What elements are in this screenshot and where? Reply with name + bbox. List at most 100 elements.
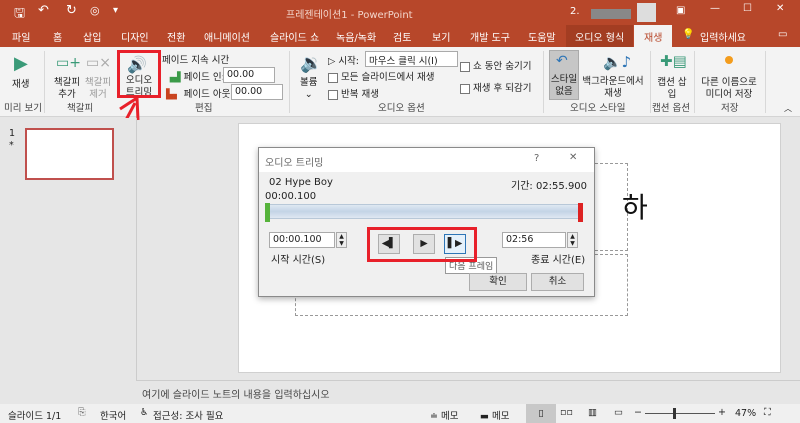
end-trim-handle[interactable] bbox=[578, 203, 583, 222]
highlight-box-frame-controls bbox=[367, 227, 477, 262]
help-button[interactable]: ? bbox=[534, 153, 539, 164]
normal-view-button[interactable]: ▯ bbox=[526, 404, 556, 423]
no-style-button[interactable]: ↶ 스타일 없음 bbox=[549, 50, 579, 100]
audio-trim-dialog: 오디오 트리밍 ? ✕ 02 Hype Boy 기간: 02:55.900 00… bbox=[258, 147, 595, 297]
avatar[interactable] bbox=[637, 3, 656, 22]
play-background-button[interactable]: 백그라운드에서 재생 bbox=[580, 76, 646, 100]
fade-in-label: ▗▟ 페이드 인: bbox=[166, 72, 225, 83]
group-label-audio-options: 오디오 옵션 bbox=[378, 103, 425, 114]
fade-in-input[interactable]: 00.00 bbox=[223, 67, 275, 83]
start-time-label: 시작 시간(S) bbox=[271, 255, 326, 266]
fade-out-label: ▙▖ 페이드 아웃: bbox=[166, 89, 234, 100]
accessibility-status[interactable]: 접근성: 조사 필요 bbox=[153, 408, 223, 422]
comments-icon[interactable]: ▭ bbox=[778, 29, 787, 40]
title-text: 하 bbox=[622, 191, 648, 224]
tab-help[interactable]: 도움말 bbox=[528, 29, 556, 44]
loop-checkbox[interactable]: 반복 재생 bbox=[328, 86, 379, 100]
save-media-button[interactable]: 다른 이름으로 미디어 저장 bbox=[697, 77, 761, 101]
duration-label: 기간: 02:55.900 bbox=[511, 181, 588, 192]
user-name-redacted bbox=[591, 9, 631, 19]
ribbon-tabs: 파일 홈 삽입 디자인 전환 애니메이션 슬라이드 쇼 녹음/녹화 검토 보기 … bbox=[0, 25, 800, 48]
slide-sorter-button[interactable]: ▫▫ bbox=[560, 407, 573, 418]
start-time-spinner[interactable]: ▲ ▼ bbox=[336, 232, 347, 248]
ribbon-display-icon[interactable]: ▣ bbox=[676, 5, 685, 16]
end-time-input[interactable]: 02:56 bbox=[502, 232, 566, 248]
fit-to-window-icon[interactable]: ⛶ bbox=[764, 407, 771, 418]
tab-playback[interactable]: 재생 bbox=[634, 25, 673, 48]
end-time-spinner[interactable]: ▲ ▼ bbox=[567, 232, 578, 248]
window-title: 프레젠테이션1 - PowerPoint bbox=[286, 10, 413, 21]
tab-design[interactable]: 디자인 bbox=[121, 29, 149, 44]
play-across-slides-checkbox[interactable]: 모든 슬라이드에서 재생 bbox=[328, 69, 434, 83]
group-label-save: 저장 bbox=[721, 103, 739, 114]
group-label-caption: 캡션 옵션 bbox=[652, 103, 690, 114]
dialog-title: 오디오 트리밍 bbox=[265, 158, 324, 169]
tab-audio-format[interactable]: 오디오 형식 bbox=[566, 25, 634, 47]
start-trim-handle[interactable] bbox=[265, 203, 270, 222]
minimize-icon[interactable]: — bbox=[710, 3, 720, 14]
no-style-label: 스타일 없음 bbox=[550, 74, 578, 97]
title-bar: 🖫 ↶ ↻ ◎ ▾ 프레젠테이션1 - PowerPoint 2. ▣ — ☐ … bbox=[0, 0, 800, 25]
fade-duration-label: 페이드 지속 시간 bbox=[162, 55, 230, 66]
undo-icon[interactable]: ↶ bbox=[38, 3, 49, 18]
tab-home[interactable]: 홈 bbox=[53, 29, 62, 44]
slideshow-view-button[interactable]: ▭ bbox=[614, 407, 623, 418]
language-indicator[interactable]: 한국어 bbox=[100, 408, 126, 422]
tab-insert[interactable]: 삽입 bbox=[83, 29, 101, 44]
collapse-ribbon-icon[interactable]: ︿ bbox=[784, 103, 792, 114]
spelling-icon[interactable]: ⎘ bbox=[78, 407, 86, 418]
slide-star: * bbox=[9, 140, 14, 151]
save-media-icon bbox=[725, 56, 733, 64]
zoom-in-button[interactable]: + bbox=[718, 407, 726, 418]
save-icon[interactable]: 🖫 bbox=[14, 4, 25, 26]
reading-view-button[interactable]: ▥ bbox=[588, 407, 597, 418]
slideshow-icon[interactable]: ◎ bbox=[90, 4, 100, 17]
notes-pane[interactable]: 여기에 슬라이드 노트의 내용을 입력하십시오 bbox=[136, 380, 800, 404]
dialog-close-button[interactable]: ✕ bbox=[569, 152, 577, 163]
volume-button[interactable]: 볼륨 ⌄ bbox=[300, 77, 317, 101]
zoom-level[interactable]: 47% bbox=[735, 408, 756, 419]
tab-file[interactable]: 파일 bbox=[12, 29, 30, 44]
fade-out-input[interactable]: 00.00 bbox=[231, 84, 283, 100]
slide-thumbnail[interactable] bbox=[25, 128, 114, 180]
hide-during-show-checkbox[interactable]: 쇼 동안 숨기기 bbox=[460, 58, 531, 72]
user-name: 2. bbox=[570, 6, 580, 17]
tab-transitions[interactable]: 전환 bbox=[167, 29, 185, 44]
redo-icon[interactable]: ↻ bbox=[66, 3, 77, 18]
add-bookmark-icon: ▭+ bbox=[56, 55, 81, 71]
tab-developer[interactable]: 개발 도구 bbox=[470, 29, 510, 44]
group-label-audio-styles: 오디오 스타일 bbox=[570, 103, 626, 114]
remove-bookmark-icon: ▭× bbox=[86, 55, 111, 71]
tab-review[interactable]: 검토 bbox=[393, 29, 411, 44]
waveform-track[interactable] bbox=[266, 204, 583, 219]
start-select[interactable]: 마우스 클릭 시(I) bbox=[365, 51, 458, 67]
zoom-out-button[interactable]: − bbox=[634, 407, 642, 418]
play-icon[interactable]: ▶ bbox=[14, 53, 28, 74]
tell-me-input[interactable]: 입력하세요 bbox=[700, 29, 746, 44]
rewind-checkbox[interactable]: 재생 후 되감기 bbox=[460, 80, 531, 94]
notes-placeholder[interactable]: 여기에 슬라이드 노트의 내용을 입력하십시오 bbox=[142, 386, 330, 401]
start-time-input[interactable]: 00:00.100 bbox=[269, 232, 335, 248]
zoom-slider-thumb[interactable] bbox=[673, 408, 676, 419]
status-bar: 슬라이드 1/1 ⎘ 한국어 ♿ 접근성: 조사 필요 ≐ 메모 ▬ 메모 ▯ … bbox=[0, 404, 800, 423]
close-icon[interactable]: ✕ bbox=[776, 3, 784, 14]
tab-recording[interactable]: 녹음/녹화 bbox=[336, 29, 376, 44]
start-label: ▷ 시작: bbox=[328, 56, 360, 67]
cancel-button[interactable]: 취소 bbox=[531, 273, 584, 291]
comments-button[interactable]: ▬ 메모 bbox=[480, 408, 509, 422]
tab-slideshow[interactable]: 슬라이드 쇼 bbox=[270, 29, 319, 44]
end-time-label: 종료 시간(E) bbox=[531, 255, 586, 266]
zoom-slider[interactable] bbox=[645, 413, 715, 414]
no-style-icon: ↶ bbox=[556, 53, 568, 69]
customize-qat-icon[interactable]: ▾ bbox=[113, 5, 118, 16]
track-name: 02 Hype Boy bbox=[269, 177, 333, 188]
tab-animations[interactable]: 애니메이션 bbox=[204, 29, 250, 44]
play-button[interactable]: 재생 bbox=[12, 79, 29, 91]
ok-button[interactable]: 확인 bbox=[469, 273, 527, 291]
group-label-preview: 미리 보기 bbox=[4, 103, 42, 114]
tab-view[interactable]: 보기 bbox=[432, 29, 450, 44]
lightbulb-icon: 💡 bbox=[682, 29, 695, 40]
notes-button[interactable]: ≐ 메모 bbox=[430, 408, 458, 422]
maximize-icon[interactable]: ☐ bbox=[743, 3, 752, 14]
insert-caption-button[interactable]: 캡션 삽입 bbox=[654, 77, 690, 101]
